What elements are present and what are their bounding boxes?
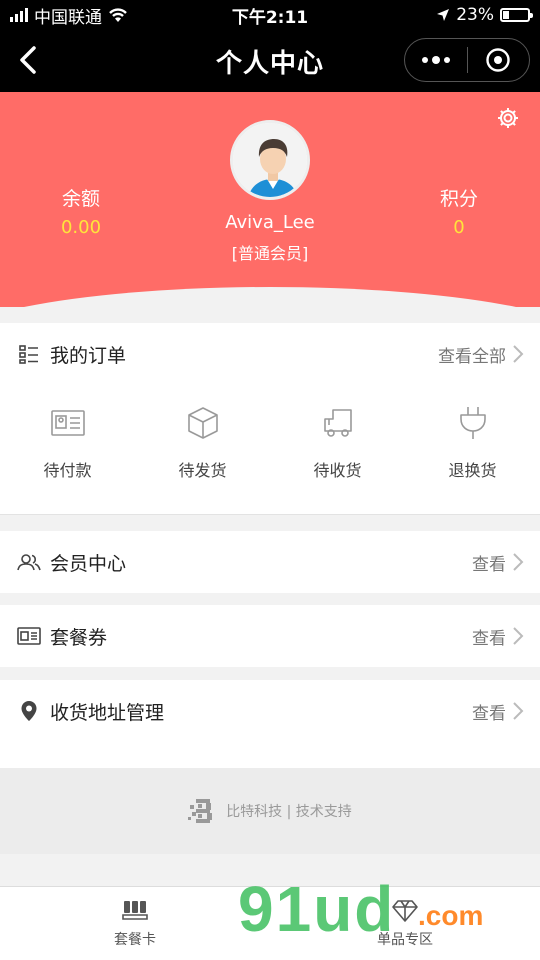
box-icon — [183, 403, 223, 443]
back-arrow-icon[interactable] — [14, 44, 46, 76]
profile-header: 余额 0.00 积分 0 Aviva_Lee [普通会员] — [0, 92, 540, 307]
plug-icon — [453, 403, 493, 443]
order-status-returns[interactable]: 退换货 — [405, 403, 540, 514]
chevron-right-icon — [513, 553, 524, 571]
more-dots-icon — [421, 56, 450, 64]
view-label: 查看 — [472, 554, 506, 575]
menu-label: 收货地址管理 — [50, 701, 165, 724]
menu-label: 套餐券 — [50, 626, 108, 649]
location-pin-icon — [16, 698, 42, 724]
username: Aviva_Lee — [225, 212, 315, 233]
watermark-domain: .com — [418, 900, 484, 931]
order-status-label: 待付款 — [43, 461, 92, 480]
menu-row-member-center[interactable]: 会员中心 查看 — [0, 531, 540, 593]
watermark-logo: 91ud — [238, 873, 396, 945]
chevron-right-icon — [513, 345, 524, 363]
member-level: [普通会员] — [231, 244, 309, 263]
view-all-label: 查看全部 — [438, 346, 506, 367]
battery-icon — [500, 8, 533, 22]
header-curve — [0, 287, 540, 307]
order-list-icon — [16, 341, 42, 367]
more-button[interactable] — [405, 39, 467, 81]
signal-icon — [10, 8, 28, 22]
order-status-grid: 待付款 待发货 待收货 退换货 — [0, 385, 540, 515]
order-status-pending-receipt[interactable]: 待收货 — [270, 403, 405, 514]
nav-bar: 个人中心 — [0, 30, 540, 92]
order-status-pending-payment[interactable]: 待付款 — [0, 403, 135, 514]
orders-title: 我的订单 — [50, 344, 127, 367]
view-link[interactable]: 查看 — [472, 624, 524, 649]
orders-card: 我的订单 查看全部 待付款 待发货 待收货 退换货 — [0, 323, 540, 515]
truck-icon — [318, 403, 358, 443]
view-all-orders-link[interactable]: 查看全部 — [438, 342, 524, 367]
order-status-label: 待发货 — [178, 461, 227, 480]
status-bar: 中国联通 下午2:11 23% — [0, 0, 540, 30]
tab-package-card[interactable]: 套餐卡 — [0, 887, 270, 960]
carrier-label: 中国联通 — [34, 7, 102, 28]
view-label: 查看 — [472, 628, 506, 649]
tech-support-footer: 比特科技 | 技术支持 — [0, 768, 540, 854]
card-pack-icon — [122, 900, 148, 920]
target-circle-icon — [486, 48, 510, 72]
chevron-right-icon — [513, 627, 524, 645]
top-bar: 中国联通 下午2:11 23% 个人中心 — [0, 0, 540, 92]
points-label: 积分 — [439, 188, 478, 210]
view-link[interactable]: 查看 — [472, 550, 524, 575]
wifi-icon — [109, 8, 127, 22]
location-arrow-icon — [437, 9, 450, 21]
view-link[interactable]: 查看 — [472, 699, 524, 724]
battery-percent: 23% — [456, 5, 494, 25]
coupon-card-icon — [16, 623, 42, 649]
avatar-image — [233, 123, 307, 197]
view-label: 查看 — [472, 703, 506, 724]
close-miniprogram-button[interactable] — [468, 39, 530, 81]
status-time: 下午2:11 — [231, 7, 309, 28]
miniprogram-capsule — [404, 38, 530, 82]
menu-row-address[interactable]: 收货地址管理 查看 — [0, 680, 540, 768]
balance-label: 余额 — [61, 188, 100, 210]
tech-support-text: 比特科技 | 技术支持 — [226, 804, 352, 820]
bit-tech-logo-icon — [188, 799, 213, 823]
payment-card-icon — [48, 403, 88, 443]
page-title: 个人中心 — [215, 48, 324, 79]
order-status-label: 退换货 — [448, 461, 497, 480]
menu-row-coupons[interactable]: 套餐券 查看 — [0, 605, 540, 667]
avatar[interactable] — [230, 120, 310, 200]
tab-label: 套餐卡 — [114, 931, 156, 948]
orders-header-row[interactable]: 我的订单 查看全部 — [0, 323, 540, 385]
members-icon — [16, 549, 42, 575]
menu-label: 会员中心 — [50, 552, 127, 575]
settings-gear-icon[interactable] — [496, 106, 520, 130]
order-status-pending-shipment[interactable]: 待发货 — [135, 403, 270, 514]
order-status-label: 待收货 — [313, 461, 362, 480]
chevron-right-icon — [513, 702, 524, 720]
